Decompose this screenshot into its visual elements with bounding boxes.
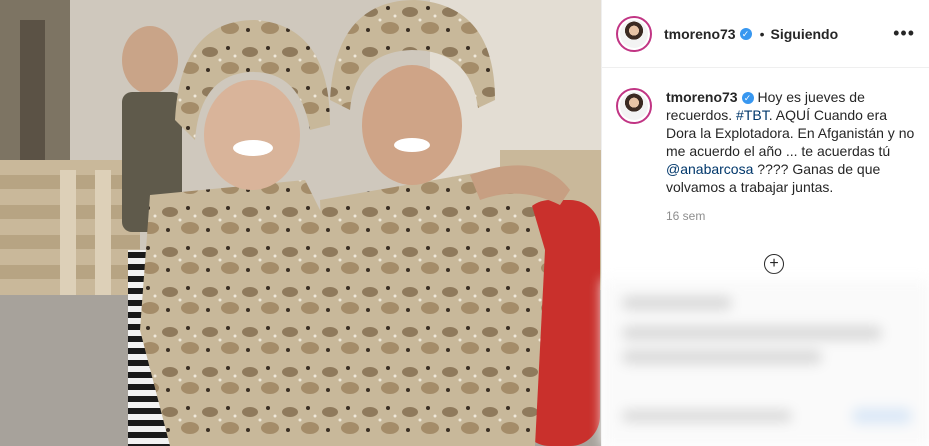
post-caption: tmoreno73 ✓ Hoy es jueves de recuerdos. #… bbox=[602, 68, 929, 225]
caption-verified-check-icon: ✓ bbox=[741, 92, 754, 104]
header-separator: • bbox=[759, 25, 765, 42]
caption-avatar[interactable] bbox=[616, 88, 652, 124]
blurred-comment-area bbox=[602, 280, 929, 446]
caption-username[interactable]: tmoreno73 bbox=[666, 89, 738, 105]
post-side-panel: tmoreno73 ✓ • Siguiendo ••• tmoreno73 ✓ H… bbox=[601, 0, 929, 446]
avatar[interactable] bbox=[616, 15, 652, 52]
photo-illustration bbox=[0, 0, 601, 446]
verified-check-icon: ✓ bbox=[739, 27, 752, 40]
mention-link[interactable]: @anabarcosa bbox=[666, 161, 753, 177]
more-options-icon[interactable]: ••• bbox=[893, 23, 915, 44]
load-more-comments-icon[interactable]: + bbox=[764, 254, 784, 274]
post-photo[interactable] bbox=[0, 0, 601, 446]
instagram-post: tmoreno73 ✓ • Siguiendo ••• tmoreno73 ✓ H… bbox=[0, 0, 929, 446]
following-button[interactable]: Siguiendo bbox=[770, 26, 838, 42]
header-username[interactable]: tmoreno73 bbox=[664, 26, 736, 42]
hashtag-link[interactable]: #TBT bbox=[736, 107, 769, 123]
caption-text: tmoreno73 ✓ Hoy es jueves de recuerdos. #… bbox=[666, 88, 915, 225]
post-timestamp[interactable]: 16 sem bbox=[666, 207, 915, 225]
post-header: tmoreno73 ✓ • Siguiendo ••• bbox=[602, 0, 929, 68]
